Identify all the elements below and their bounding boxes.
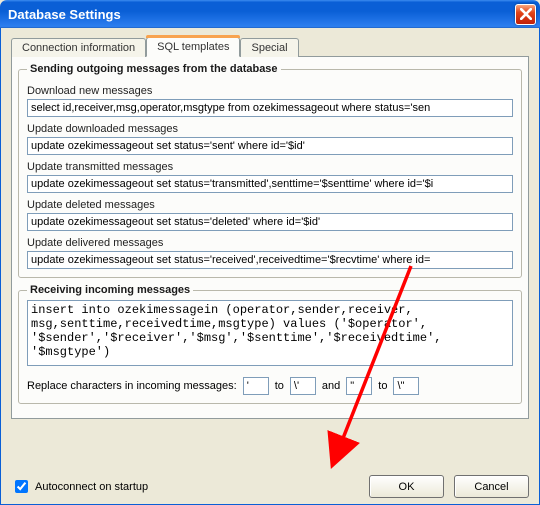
incoming-group: Receiving incoming messages Replace char… [18,284,522,404]
update-transmitted-sql-input[interactable] [27,175,513,193]
outgoing-group: Sending outgoing messages from the datab… [18,63,522,278]
replace2-from[interactable] [346,377,372,395]
tab-connection[interactable]: Connection information [11,38,146,57]
tab-body: Sending outgoing messages from the datab… [11,56,529,419]
autoconnect-label: Autoconnect on startup [35,481,148,493]
close-icon [520,8,532,20]
replace1-to[interactable] [290,377,316,395]
tab-special[interactable]: Special [240,38,298,57]
outgoing-legend: Sending outgoing messages from the datab… [27,63,281,75]
update-downloaded-label: Update downloaded messages [27,123,513,135]
autoconnect-checkbox[interactable]: Autoconnect on startup [11,477,148,496]
incoming-sql-textarea[interactable] [27,300,513,366]
incoming-legend: Receiving incoming messages [27,284,193,296]
footer: Autoconnect on startup OK Cancel [11,475,529,498]
update-delivered-sql-input[interactable] [27,251,513,269]
close-button[interactable] [515,4,536,25]
update-transmitted-label: Update transmitted messages [27,161,513,173]
cancel-button[interactable]: Cancel [454,475,529,498]
replace2-to[interactable] [393,377,419,395]
update-deleted-sql-input[interactable] [27,213,513,231]
to-label-2: to [378,380,387,392]
update-downloaded-sql-input[interactable] [27,137,513,155]
to-label-1: to [275,380,284,392]
replace1-from[interactable] [243,377,269,395]
download-sql-input[interactable] [27,99,513,117]
replace-row: Replace characters in incoming messages:… [27,377,513,395]
client-area: Connection information SQL templates Spe… [0,28,540,505]
update-delivered-label: Update delivered messages [27,237,513,249]
title-bar: Database Settings [0,0,540,28]
replace-label: Replace characters in incoming messages: [27,380,237,392]
ok-button[interactable]: OK [369,475,444,498]
tab-strip: Connection information SQL templates Spe… [11,36,529,56]
tab-sql-templates[interactable]: SQL templates [146,37,240,57]
autoconnect-input[interactable] [15,480,28,493]
and-label: and [322,380,340,392]
download-label: Download new messages [27,85,513,97]
update-deleted-label: Update deleted messages [27,199,513,211]
window-title: Database Settings [8,7,121,22]
